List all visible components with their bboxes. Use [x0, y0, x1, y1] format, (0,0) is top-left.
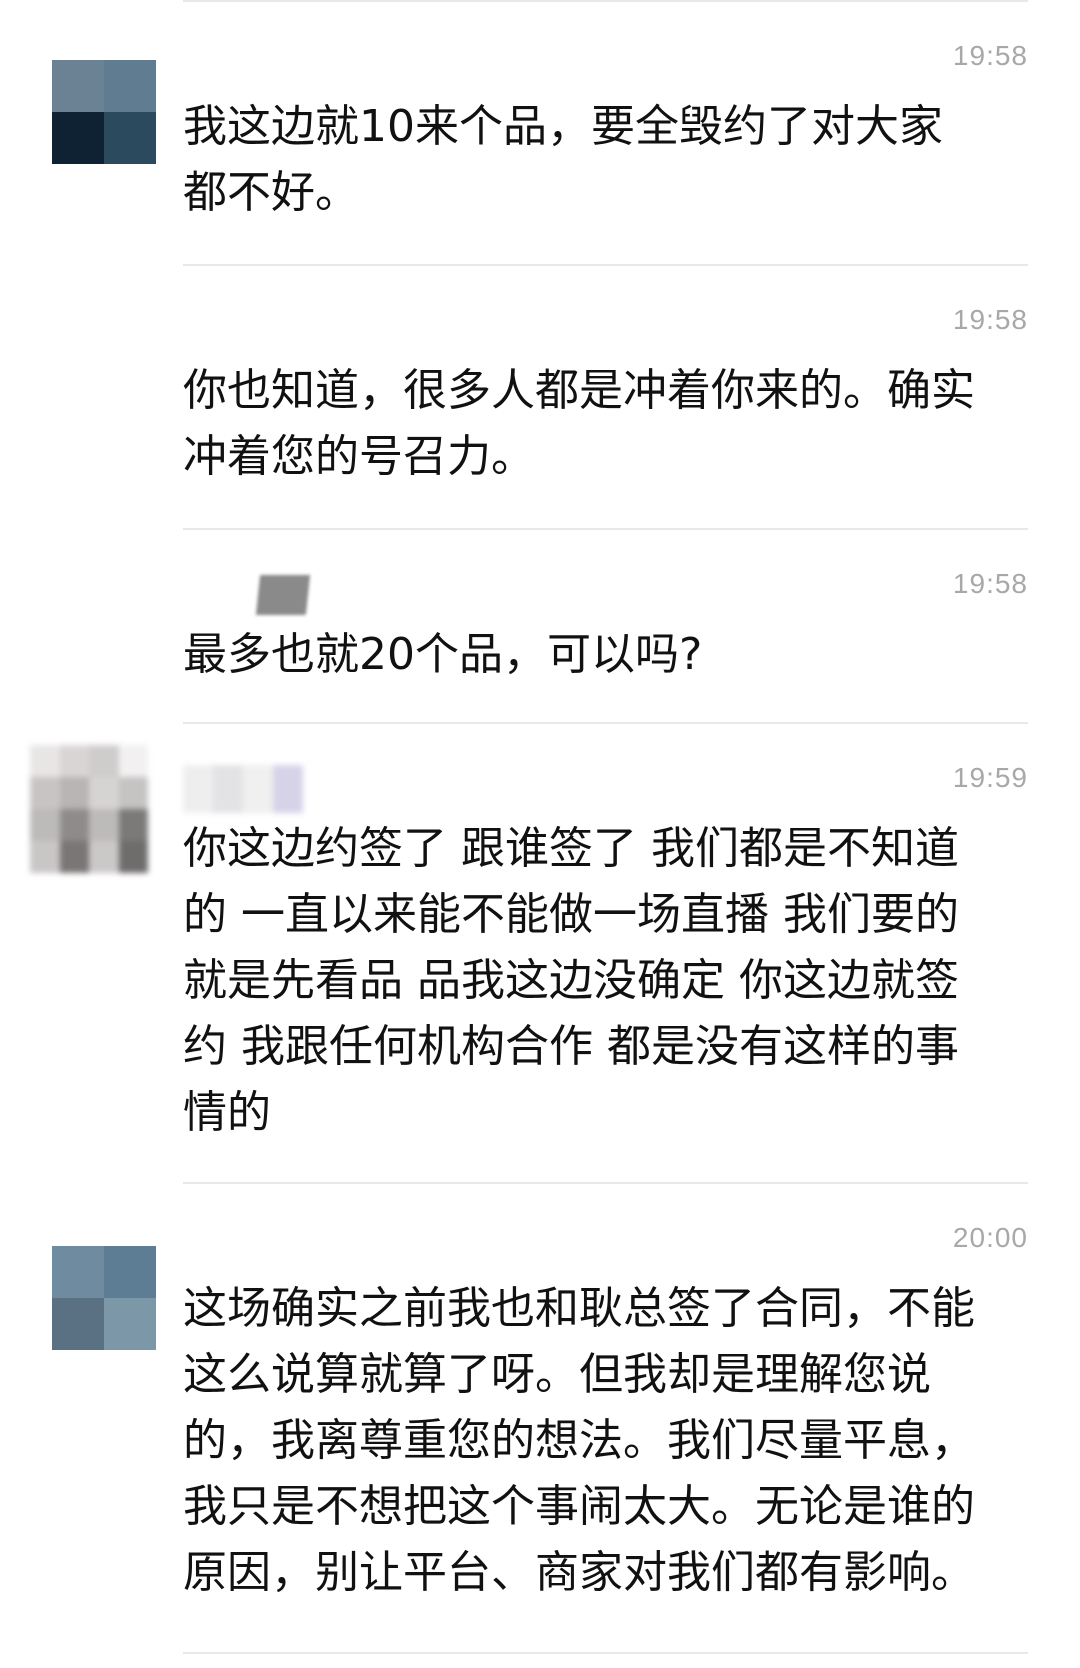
avatar-blurred[interactable]	[30, 745, 148, 873]
avatar[interactable]	[52, 1246, 156, 1350]
divider	[183, 264, 1028, 266]
message-timestamp: 19:58	[952, 40, 1028, 71]
divider	[183, 528, 1028, 530]
sender-name-redacted	[255, 575, 311, 615]
avatar[interactable]	[52, 60, 156, 164]
sender-name-blurred	[183, 765, 303, 813]
message-timestamp: 20:00	[952, 1222, 1028, 1253]
divider	[183, 722, 1028, 724]
message-text: 最多也就20个品，可以吗?	[183, 629, 703, 680]
divider	[183, 1652, 1028, 1654]
message-text: 这场确实之前我也和耿总签了合同，不能 这么说算就算了呀。但我却是理解您说 的，我…	[183, 1283, 975, 1598]
message-timestamp: 19:58	[952, 568, 1028, 599]
message-timestamp: 19:58	[952, 304, 1028, 335]
message-text: 你也知道，很多人都是冲着你来的。确实 冲着您的号召力。	[183, 365, 975, 482]
message-timestamp: 19:59	[952, 762, 1028, 793]
message-text: 你这边约签了 跟谁签了 我们都是不知道 的 一直以来能不能做一场直播 我们要的 …	[183, 823, 959, 1138]
divider	[183, 0, 1028, 2]
message-text: 我这边就10来个品，要全毁约了对大家 都不好。	[183, 101, 943, 218]
divider	[183, 1182, 1028, 1184]
